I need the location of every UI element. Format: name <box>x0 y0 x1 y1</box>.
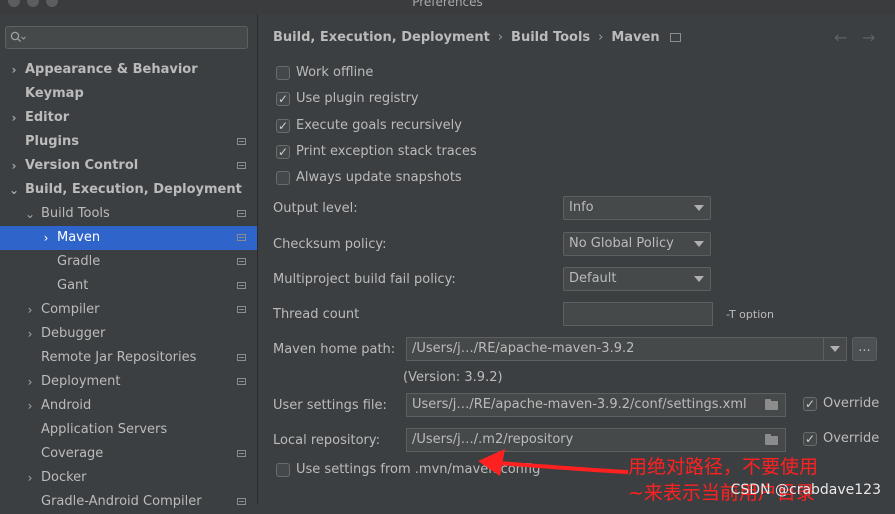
watermark: CSDN @crabdave123 <box>730 482 881 498</box>
annotation-arrow-icon <box>478 449 629 476</box>
annotation-text-line1: 用绝对路径，不要使用 <box>628 456 819 478</box>
